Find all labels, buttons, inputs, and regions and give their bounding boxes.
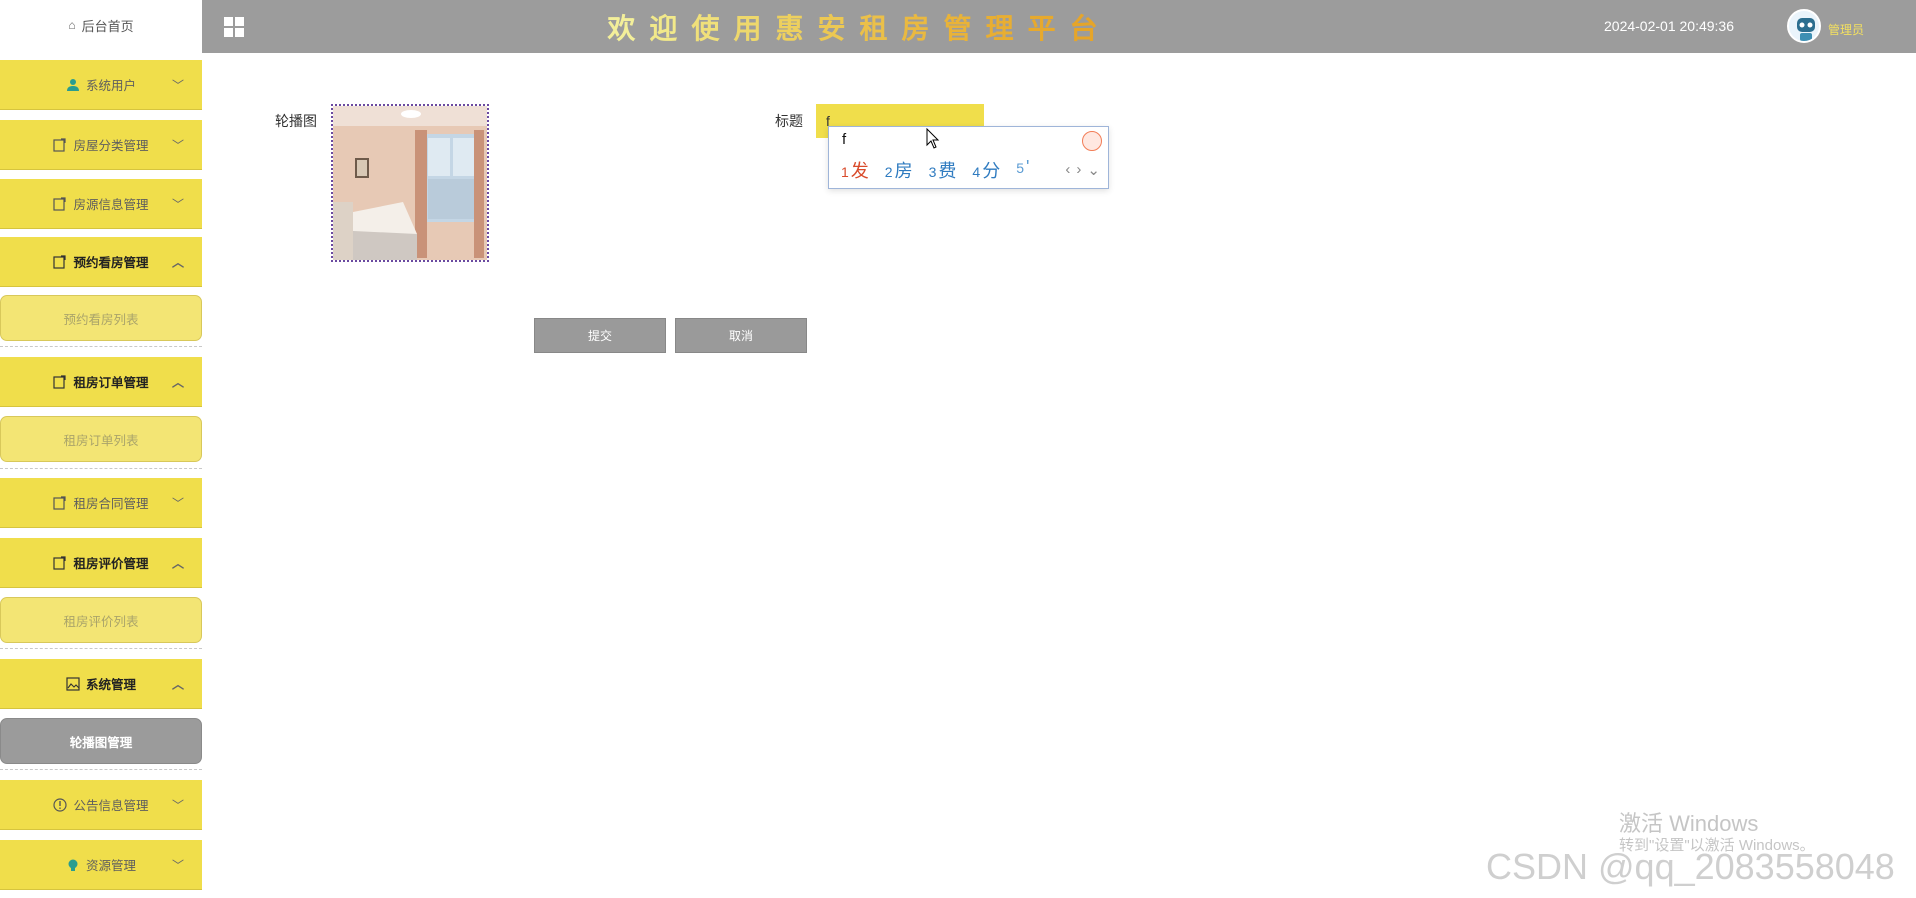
- info-icon: [53, 797, 68, 812]
- site-title-char: 用: [733, 12, 776, 44]
- chevron-down-icon: ﹀: [171, 858, 184, 872]
- edit-icon: [53, 196, 67, 211]
- divider: [0, 346, 202, 347]
- menu-label: 预约看房管理: [73, 256, 149, 270]
- user-icon: [66, 78, 79, 91]
- chevron-down-icon: ﹀: [171, 496, 184, 510]
- site-title: 欢迎使用惠安租房管理平台: [202, 0, 1517, 53]
- site-title-char: 理: [985, 12, 1028, 44]
- ime-candidate[interactable]: 3费: [929, 157, 957, 183]
- top-header: 欢迎使用惠安租房管理平台 2024-02-01 20:49:36 管理员: [202, 0, 1916, 53]
- menu-house-info[interactable]: 房源信息管理 ﹀: [0, 179, 202, 229]
- chevron-up-icon: ︿: [171, 255, 184, 269]
- menu-viewing-appointments[interactable]: 预约看房管理 ︿: [0, 237, 202, 287]
- edit-icon: [53, 495, 67, 510]
- menu-system-users[interactable]: 系统用户 ﹀: [0, 60, 202, 110]
- ime-candidate[interactable]: 2房: [885, 157, 913, 183]
- chevron-down-icon: ﹀: [171, 197, 184, 211]
- menu-rental-contracts[interactable]: 租房合同管理 ﹀: [0, 478, 202, 528]
- ime-candidate-popup: f 1发 2房 3费 4分 5 ' ‹ › ⌄: [828, 126, 1109, 189]
- divider: [0, 648, 202, 649]
- chevron-down-icon: ﹀: [171, 78, 184, 92]
- menu-label: 租房评价管理: [73, 557, 149, 571]
- menu-house-category[interactable]: 房屋分类管理 ﹀: [0, 120, 202, 170]
- ime-nav: ‹ › ⌄: [1065, 161, 1100, 179]
- menu-resources[interactable]: 资源管理 ﹀: [0, 840, 202, 890]
- site-title-char: 租: [859, 12, 902, 44]
- carousel-image-upload[interactable]: [331, 104, 489, 262]
- edit-icon: [53, 374, 67, 389]
- edit-icon: [53, 254, 67, 269]
- home-icon: ⌂: [68, 18, 76, 32]
- submenu-review-list[interactable]: 租房评价列表: [0, 597, 202, 643]
- menu-label: 租房订单管理: [73, 376, 149, 390]
- home-link[interactable]: ⌂ 后台首页: [0, 0, 202, 50]
- edit-icon: [53, 137, 67, 152]
- mouse-cursor-icon: [926, 128, 940, 149]
- robot-avatar-icon: [1797, 18, 1815, 41]
- chevron-down-icon[interactable]: ⌄: [1087, 161, 1100, 179]
- ime-candidate[interactable]: 1发: [841, 157, 869, 183]
- menu-label: 系统用户: [85, 79, 136, 93]
- ime-candidate[interactable]: 4分: [972, 157, 1000, 183]
- chevron-up-icon: ︿: [171, 375, 184, 389]
- admin-name[interactable]: 管理员: [1828, 21, 1864, 38]
- site-title-char: 迎: [649, 12, 692, 44]
- image-icon: [66, 676, 80, 691]
- csdn-watermark: CSDN @qq_2083558048: [1486, 846, 1895, 887]
- site-title-char: 使: [691, 12, 734, 44]
- chevron-right-icon[interactable]: ›: [1076, 161, 1081, 179]
- site-title-char: 房: [901, 12, 944, 44]
- chevron-down-icon: ﹀: [171, 138, 184, 152]
- site-title-char: 安: [817, 12, 860, 44]
- site-title-char: 管: [943, 12, 986, 44]
- menu-label: 资源管理: [85, 859, 136, 873]
- menu-label: 房源信息管理: [73, 198, 149, 212]
- submit-button[interactable]: 提交: [534, 318, 666, 353]
- menu-label: 公告信息管理: [73, 799, 149, 813]
- room-photo: [333, 106, 487, 260]
- menu-label: 租房合同管理: [73, 497, 149, 511]
- chevron-up-icon: ︿: [171, 556, 184, 570]
- chevron-down-icon: ﹀: [171, 798, 184, 812]
- menu-system-management[interactable]: 系统管理 ︿: [0, 659, 202, 709]
- submenu-carousel-management[interactable]: 轮播图管理: [0, 718, 202, 764]
- menu-announcements[interactable]: 公告信息管理 ﹀: [0, 780, 202, 830]
- ime-candidates: 1发 2房 3费 4分 5 ': [841, 157, 1029, 183]
- chevron-left-icon[interactable]: ‹: [1065, 161, 1070, 179]
- title-label: 标题: [775, 113, 803, 129]
- menu-rental-reviews[interactable]: 租房评价管理 ︿: [0, 538, 202, 588]
- submenu-order-list[interactable]: 租房订单列表: [0, 416, 202, 462]
- site-title-char: 台: [1069, 12, 1112, 44]
- ime-candidate[interactable]: 5 ': [1016, 157, 1029, 183]
- site-title-char: 欢: [607, 12, 650, 44]
- menu-label: 房屋分类管理: [73, 139, 149, 153]
- ime-logo-icon: [1082, 131, 1102, 151]
- menu-rental-orders[interactable]: 租房订单管理 ︿: [0, 357, 202, 407]
- submenu-viewing-list[interactable]: 预约看房列表: [0, 295, 202, 341]
- ime-composition: f: [842, 131, 847, 148]
- bulb-icon: [68, 859, 78, 871]
- divider: [0, 769, 202, 770]
- home-label: 后台首页: [81, 18, 134, 34]
- edit-icon: [53, 555, 67, 570]
- site-title-char: 惠: [775, 12, 818, 44]
- avatar[interactable]: [1787, 9, 1821, 43]
- header-datetime: 2024-02-01 20:49:36: [1604, 18, 1734, 34]
- sidebar: ⌂ 后台首页 系统用户 ﹀ 房屋分类管理 ﹀ 房源信息管理 ﹀ 预约看房管理 ︿…: [0, 0, 202, 898]
- carousel-label: 轮播图: [275, 113, 317, 129]
- divider: [0, 468, 202, 469]
- site-title-char: 平: [1027, 12, 1070, 44]
- menu-label: 系统管理: [85, 678, 136, 692]
- cancel-button[interactable]: 取消: [675, 318, 807, 353]
- chevron-up-icon: ︿: [171, 677, 184, 691]
